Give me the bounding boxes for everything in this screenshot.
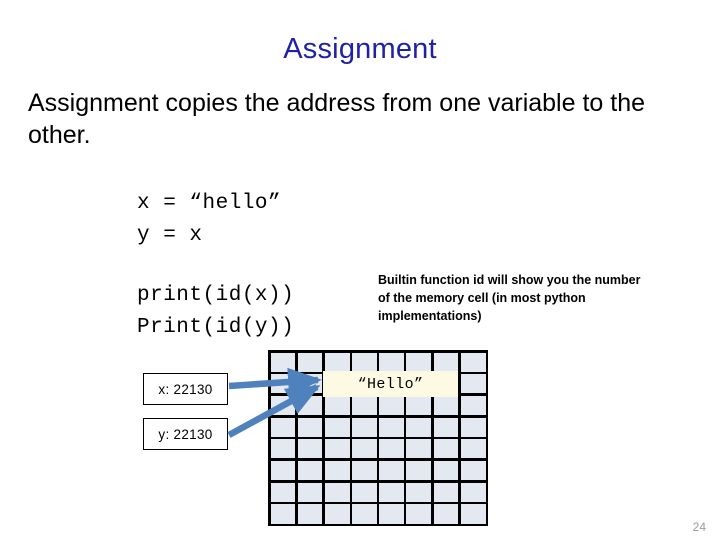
memory-cell	[352, 439, 377, 459]
memory-cell	[460, 504, 486, 524]
variable-box-y: y: 22130	[143, 418, 228, 450]
memory-cell	[460, 395, 486, 416]
memory-cell	[433, 417, 459, 437]
memory-cell	[406, 460, 432, 481]
memory-cell	[433, 504, 459, 524]
memory-cell	[270, 439, 296, 459]
memory-cell	[324, 460, 350, 481]
memory-cell	[379, 439, 404, 459]
memory-cell	[406, 482, 432, 502]
memory-cell	[379, 504, 404, 524]
memory-cell	[433, 352, 459, 372]
memory-cell	[460, 460, 486, 481]
memory-value-cell: “Hello”	[323, 371, 458, 397]
memory-cell	[433, 439, 459, 459]
memory-cell	[460, 482, 486, 502]
memory-cell	[406, 439, 432, 459]
memory-cell	[460, 374, 486, 394]
memory-cell	[270, 460, 296, 481]
page-number: 24	[692, 520, 706, 534]
memory-cell	[297, 504, 323, 524]
memory-cell	[297, 395, 323, 416]
memory-cell	[297, 439, 323, 459]
memory-cell	[270, 374, 296, 394]
memory-cell	[379, 395, 404, 416]
memory-cell	[324, 482, 350, 502]
body-paragraph: Assignment copies the address from one v…	[28, 89, 646, 149]
memory-cell	[352, 417, 377, 437]
memory-cell	[270, 417, 296, 437]
memory-cell	[270, 395, 296, 416]
slide-canvas: Assignment Assignment copies the address…	[0, 0, 720, 540]
memory-cell	[379, 352, 404, 372]
memory-cell	[433, 482, 459, 502]
memory-cell	[297, 417, 323, 437]
memory-cell	[406, 395, 432, 416]
memory-cell	[460, 439, 486, 459]
memory-cell	[324, 417, 350, 437]
memory-cell	[297, 374, 323, 394]
page-title: Assignment	[283, 33, 437, 65]
memory-cell	[433, 395, 459, 416]
code-block-assignment: x = “hello” y = x	[137, 192, 282, 247]
memory-cell	[270, 352, 296, 372]
memory-cell	[379, 417, 404, 437]
memory-cell	[460, 417, 486, 437]
memory-cell	[324, 352, 350, 372]
memory-cell	[297, 460, 323, 481]
variable-box-x: x: 22130	[143, 373, 228, 405]
memory-cell	[352, 352, 377, 372]
memory-cell	[379, 482, 404, 502]
memory-cell	[324, 504, 350, 524]
memory-cell	[406, 504, 432, 524]
annotation-note: Builtin function id will show you the nu…	[378, 273, 641, 323]
memory-cell	[324, 439, 350, 459]
memory-cell	[324, 395, 350, 416]
memory-cell	[352, 504, 377, 524]
memory-cell	[406, 352, 432, 372]
memory-cell	[460, 352, 486, 372]
code-block-print: print(id(x)) Print(id(y))	[137, 284, 295, 339]
memory-cell	[433, 460, 459, 481]
memory-cell	[297, 482, 323, 502]
memory-cell	[352, 460, 377, 481]
memory-cell	[352, 395, 377, 416]
memory-cell	[297, 352, 323, 372]
memory-cell	[270, 482, 296, 502]
memory-cell	[406, 417, 432, 437]
memory-cell	[270, 504, 296, 524]
memory-cell	[379, 460, 404, 481]
memory-cell	[352, 482, 377, 502]
